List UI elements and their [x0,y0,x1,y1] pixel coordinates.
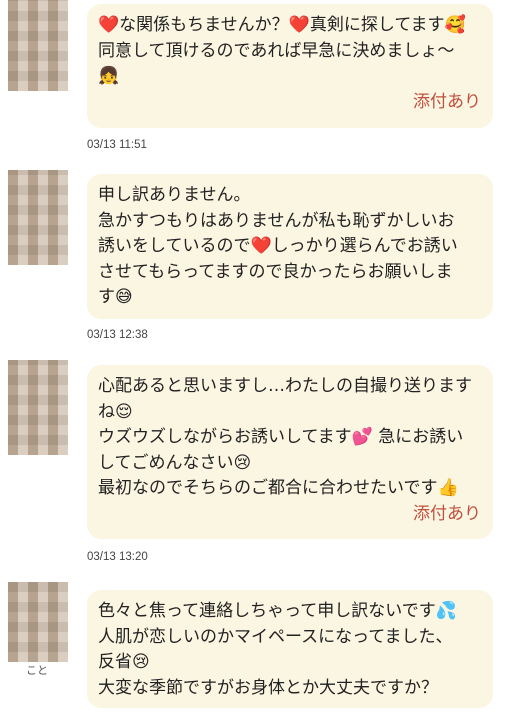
message-line: 人肌が恋しいのかマイペースになってました、 [98,626,453,647]
message-line: ❤️な関係もちませんか？❤️真剣に探してます🥰 [98,15,466,35]
attachment-indicator[interactable]: 添付あり [98,502,481,527]
message-line: 反省😢 [98,652,150,672]
message-timestamp: 03/13 13:20 [87,551,148,563]
message-line: ウズウズしながらお誘いしてます💕 急にお誘い [98,427,464,447]
message-line: させてもらってますので良かったらお願いしま [98,261,453,282]
message-line: 大変な季節ですがお身体とか大丈夫ですか？ [98,677,438,698]
message-line: 色々と焦って連絡しちゃって申し訳ないです💦 [98,601,457,621]
message-line: ね😌 [98,401,133,422]
message-timestamp: 03/13 12:38 [87,329,148,341]
message-line: 👧 [98,66,120,86]
message-bubble[interactable]: ❤️な関係もちませんか？❤️真剣に探してます🥰 同意して頂けるのであれば早急に決… [87,4,493,128]
sender-avatar[interactable] [8,0,68,91]
message-bubble[interactable]: 色々と焦って連絡しちゃって申し訳ないです💦 人肌が恋しいのかマイペースになってま… [87,590,493,708]
message-line: 誘いをしているので❤️しっかり選らんでお誘い [98,236,458,256]
sender-avatar[interactable] [8,582,68,662]
message-line: 最初なのでそちらのご都合に合わせたいです👍 [98,478,459,498]
avatar-caption: こと [26,664,48,677]
message-line: す😅 [98,287,133,307]
message-line: 同意して頂けるのであれば早急に決めましょ〜 [98,40,455,61]
message-bubble[interactable]: 心配あると思いますし…わたしの自撮り送ります ね😌 ウズウズしながらお誘いしてま… [87,365,493,539]
attachment-indicator[interactable]: 添付あり [98,90,481,115]
message-line: 急かすつもりはありませんが私も恥ずかしいお [98,210,455,231]
message-bubble[interactable]: 申し訳ありません。 急かすつもりはありませんが私も恥ずかしいお 誘いをしているの… [87,174,493,319]
message-line: 申し訳ありません。 [98,185,251,205]
sender-avatar[interactable] [8,170,68,265]
message-line: してごめんなさい😢 [98,452,252,473]
sender-avatar[interactable] [8,360,68,455]
message-line: 心配あると思いますし…わたしの自撮り送ります [98,376,472,396]
message-timestamp: 03/13 11:51 [87,139,147,151]
